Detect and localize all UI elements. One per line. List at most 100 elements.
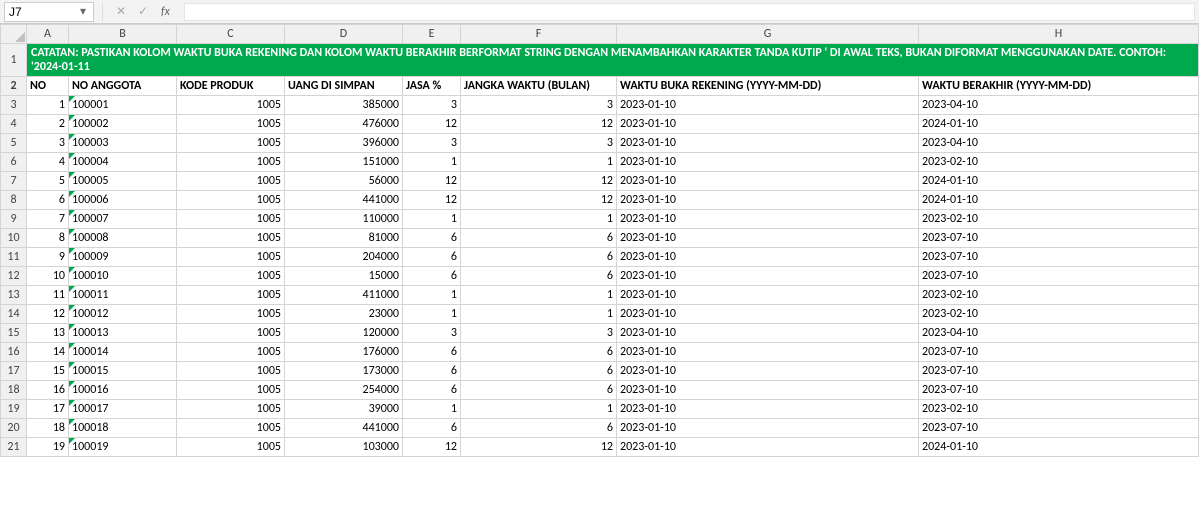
- cell[interactable]: 16: [27, 381, 69, 400]
- table-row[interactable]: 16141000141005176000662023-01-102023-07-…: [1, 343, 1199, 362]
- cell[interactable]: 6: [403, 362, 461, 381]
- cell[interactable]: 2023-02-10: [919, 286, 1199, 305]
- cell[interactable]: 2023-07-10: [919, 248, 1199, 267]
- cell[interactable]: 6: [403, 229, 461, 248]
- cell[interactable]: 6: [27, 191, 69, 210]
- cell[interactable]: 15: [27, 362, 69, 381]
- cell[interactable]: 12: [403, 191, 461, 210]
- cell[interactable]: 100014: [69, 343, 177, 362]
- cell[interactable]: 2: [27, 115, 69, 134]
- cell[interactable]: 1: [461, 210, 617, 229]
- cell[interactable]: WAKTU BERAKHIR (YYYY-MM-DD): [919, 77, 1199, 96]
- cell[interactable]: 12: [403, 438, 461, 457]
- cell[interactable]: 204000: [285, 248, 403, 267]
- cell[interactable]: 1005: [177, 172, 285, 191]
- row-header[interactable]: 15: [1, 324, 27, 343]
- cell[interactable]: 103000: [285, 438, 403, 457]
- cell[interactable]: 100002: [69, 115, 177, 134]
- cell[interactable]: 2023-01-10: [617, 210, 919, 229]
- cell[interactable]: 441000: [285, 191, 403, 210]
- cell[interactable]: 3: [461, 324, 617, 343]
- cell[interactable]: 2023-01-10: [617, 248, 919, 267]
- cell[interactable]: 12: [27, 305, 69, 324]
- cell[interactable]: 2023-07-10: [919, 381, 1199, 400]
- cell[interactable]: 1: [403, 286, 461, 305]
- cell[interactable]: 13: [27, 324, 69, 343]
- cell[interactable]: 1005: [177, 229, 285, 248]
- cell[interactable]: 2023-02-10: [919, 153, 1199, 172]
- cell[interactable]: 6: [403, 267, 461, 286]
- cell[interactable]: 7: [27, 210, 69, 229]
- cell[interactable]: 6: [461, 419, 617, 438]
- cell[interactable]: 2023-07-10: [919, 343, 1199, 362]
- cell[interactable]: 12: [461, 172, 617, 191]
- cell[interactable]: 100019: [69, 438, 177, 457]
- cell[interactable]: 173000: [285, 362, 403, 381]
- cell[interactable]: 1005: [177, 210, 285, 229]
- worksheet[interactable]: A B C D E F G H 1CATATAN: PASTIKAN KOLOM…: [0, 24, 1199, 457]
- cell[interactable]: 100006: [69, 191, 177, 210]
- cell[interactable]: 5: [27, 172, 69, 191]
- cell[interactable]: 6: [461, 362, 617, 381]
- cell[interactable]: 441000: [285, 419, 403, 438]
- cell[interactable]: 56000: [285, 172, 403, 191]
- col-header[interactable]: G: [617, 25, 919, 44]
- table-row[interactable]: 86100006100544100012122023-01-102024-01-…: [1, 191, 1199, 210]
- cell[interactable]: NO ANGGOTA: [69, 77, 177, 96]
- col-header[interactable]: E: [403, 25, 461, 44]
- cell[interactable]: 1005: [177, 400, 285, 419]
- cell[interactable]: 19: [27, 438, 69, 457]
- note-cell[interactable]: CATATAN: PASTIKAN KOLOM WAKTU BUKA REKEN…: [27, 44, 1199, 77]
- row-header[interactable]: 2: [1, 77, 27, 96]
- cell[interactable]: 9: [27, 248, 69, 267]
- cell[interactable]: 2023-04-10: [919, 96, 1199, 115]
- cell[interactable]: 2023-01-10: [617, 400, 919, 419]
- row-header[interactable]: 4: [1, 115, 27, 134]
- cell[interactable]: 1: [403, 210, 461, 229]
- table-row[interactable]: 42100002100547600012122023-01-102024-01-…: [1, 115, 1199, 134]
- cell[interactable]: 1005: [177, 286, 285, 305]
- row-header[interactable]: 17: [1, 362, 27, 381]
- row-header[interactable]: 7: [1, 172, 27, 191]
- cell[interactable]: 100007: [69, 210, 177, 229]
- cell[interactable]: 100015: [69, 362, 177, 381]
- cell[interactable]: 100018: [69, 419, 177, 438]
- cell[interactable]: 2023-01-10: [617, 343, 919, 362]
- cell[interactable]: 12: [461, 438, 617, 457]
- cell[interactable]: JASA %: [403, 77, 461, 96]
- row-header[interactable]: 9: [1, 210, 27, 229]
- cell[interactable]: 1: [461, 305, 617, 324]
- cell[interactable]: 1005: [177, 248, 285, 267]
- cell[interactable]: 396000: [285, 134, 403, 153]
- cell[interactable]: 2023-01-10: [617, 153, 919, 172]
- cell[interactable]: 2023-04-10: [919, 324, 1199, 343]
- table-row[interactable]: 641000041005151000112023-01-102023-02-10: [1, 153, 1199, 172]
- row-header[interactable]: 13: [1, 286, 27, 305]
- row-header[interactable]: 10: [1, 229, 27, 248]
- cell[interactable]: 3: [403, 134, 461, 153]
- row-header[interactable]: 18: [1, 381, 27, 400]
- cell[interactable]: 10: [27, 267, 69, 286]
- cell[interactable]: 2024-01-10: [919, 191, 1199, 210]
- cell[interactable]: 1005: [177, 343, 285, 362]
- cell[interactable]: 176000: [285, 343, 403, 362]
- cell[interactable]: 100005: [69, 172, 177, 191]
- cell[interactable]: 100011: [69, 286, 177, 305]
- cell[interactable]: 1005: [177, 134, 285, 153]
- cell[interactable]: 6: [461, 381, 617, 400]
- name-box-dropdown-icon[interactable]: ▾: [75, 4, 91, 19]
- cell[interactable]: 17: [27, 400, 69, 419]
- cell[interactable]: 1005: [177, 362, 285, 381]
- cell[interactable]: 6: [403, 419, 461, 438]
- cell[interactable]: 100001: [69, 96, 177, 115]
- table-row[interactable]: 18161000161005254000662023-01-102023-07-…: [1, 381, 1199, 400]
- cell[interactable]: 1005: [177, 324, 285, 343]
- cell[interactable]: 1005: [177, 419, 285, 438]
- row-header[interactable]: 8: [1, 191, 27, 210]
- cell[interactable]: 2023-04-10: [919, 134, 1199, 153]
- cell[interactable]: 120000: [285, 324, 403, 343]
- table-row[interactable]: 7510000510055600012122023-01-102024-01-1…: [1, 172, 1199, 191]
- cell[interactable]: 6: [403, 343, 461, 362]
- table-row[interactable]: 2119100019100510300012122023-01-102024-0…: [1, 438, 1199, 457]
- cell[interactable]: 3: [403, 324, 461, 343]
